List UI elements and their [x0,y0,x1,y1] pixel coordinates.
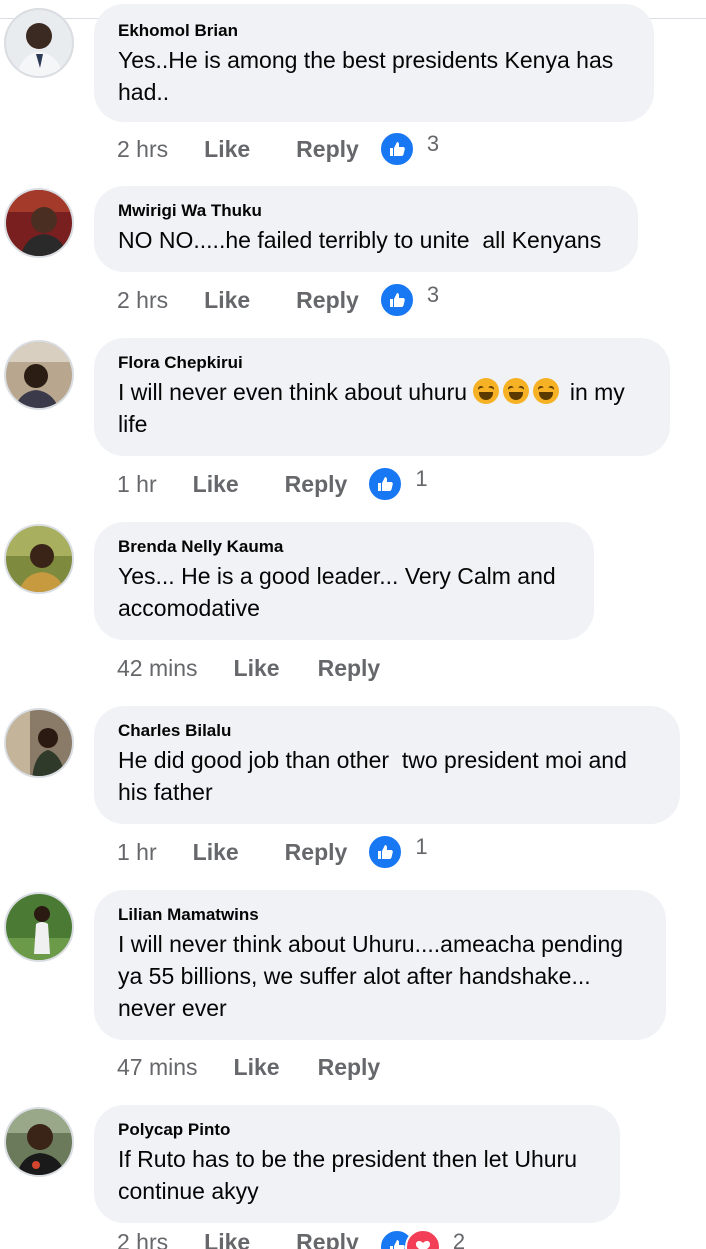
comment-time[interactable]: 47 mins [117,1054,198,1081]
reaction-count: 2 [452,1229,466,1249]
reply-button[interactable]: Reply [296,287,359,314]
comment-text: Yes... He is a good leader... Very Calm … [118,563,563,621]
comment-time[interactable]: 1 hr [117,471,157,498]
comment-text: I will never think about Uhuru....ameach… [118,931,630,1021]
avatar[interactable] [4,188,74,258]
comment-actions: 2 hrs Like Reply 3 [117,282,440,318]
comment-author[interactable]: Brenda Nelly Kauma [118,536,570,558]
comment-bubble: Lilian Mamatwins I will never think abou… [94,890,666,1040]
reaction-summary[interactable]: 3 [378,282,440,318]
reaction-count: 3 [426,282,440,307]
comment-actions: 42 mins Like Reply [117,651,380,685]
comment-author[interactable]: Charles Bilalu [118,720,656,742]
avatar[interactable] [4,340,74,410]
like-button[interactable]: Like [193,839,239,866]
comment-time[interactable]: 2 hrs [117,1229,168,1249]
comment-bubble: Polycap Pinto If Ruto has to be the pres… [94,1105,620,1223]
comment-time[interactable]: 2 hrs [117,287,168,314]
like-button[interactable]: Like [204,136,250,163]
laughing-emoji-icon [473,378,500,404]
reaction-summary[interactable]: 1 [367,466,428,502]
reaction-summary[interactable]: 1 [367,834,428,870]
avatar[interactable] [4,524,74,594]
reaction-count: 3 [426,131,440,156]
comment-author[interactable]: Lilian Mamatwins [118,904,642,926]
reaction-summary[interactable]: 2 [378,1229,466,1249]
comment-time[interactable]: 1 hr [117,839,157,866]
like-button[interactable]: Like [234,1054,280,1081]
like-button[interactable]: Like [204,1229,250,1249]
comment-actions: 2 hrs Like Reply 3 [117,131,440,167]
comment-author[interactable]: Polycap Pinto [118,1119,596,1141]
like-reaction-icon [378,282,415,318]
comment-bubble: Ekhomol Brian Yes..He is among the best … [94,4,654,122]
comment-text: Yes..He is among the best presidents Ken… [118,47,620,105]
comment-bubble: Charles Bilalu He did good job than othe… [94,706,680,824]
comment-author[interactable]: Flora Chepkirui [118,352,646,374]
like-reaction-icon [367,834,404,870]
reaction-count: 1 [415,466,428,491]
comment-text: He did good job than other two president… [118,747,634,805]
comment-actions: 1 hr Like Reply 1 [117,466,428,502]
comment-author[interactable]: Ekhomol Brian [118,20,630,42]
avatar[interactable] [4,892,74,962]
comment-text: If Ruto has to be the president then let… [118,1146,584,1204]
comment-actions: 2 hrs Like Reply 2 [117,1229,465,1249]
reply-button[interactable]: Reply [318,655,381,682]
reaction-summary[interactable]: 3 [378,131,440,167]
avatar[interactable] [4,708,74,778]
comment-author[interactable]: Mwirigi Wa Thuku [118,200,614,222]
avatar[interactable] [4,1107,74,1177]
like-button[interactable]: Like [234,655,280,682]
like-reaction-icon [378,131,415,167]
avatar[interactable] [4,8,74,78]
laughing-emoji-icon [503,378,530,404]
reply-button[interactable]: Reply [285,471,348,498]
comment-bubble: Mwirigi Wa Thuku NO NO.....he failed ter… [94,186,638,272]
comment-bubble: Flora Chepkirui I will never even think … [94,338,670,456]
comment-time[interactable]: 2 hrs [117,136,168,163]
like-button[interactable]: Like [204,287,250,314]
comment-time[interactable]: 42 mins [117,655,198,682]
reply-button[interactable]: Reply [318,1054,381,1081]
comment-actions: 47 mins Like Reply [117,1050,380,1084]
reply-button[interactable]: Reply [285,839,348,866]
comment-bubble: Brenda Nelly Kauma Yes... He is a good l… [94,522,594,640]
laughing-emoji-icon [533,378,560,404]
like-reaction-icon [367,466,404,502]
comment-text-start: I will never even think about uhuru [118,379,474,405]
reply-button[interactable]: Reply [296,1229,359,1249]
reply-button[interactable]: Reply [296,136,359,163]
love-reaction-icon [404,1229,441,1249]
comment-actions: 1 hr Like Reply 1 [117,834,428,870]
like-button[interactable]: Like [193,471,239,498]
comment-text: NO NO.....he failed terribly to unite al… [118,227,602,253]
comment-text: I will never even think about uhuru in m… [118,376,646,440]
reaction-count: 1 [415,834,428,859]
